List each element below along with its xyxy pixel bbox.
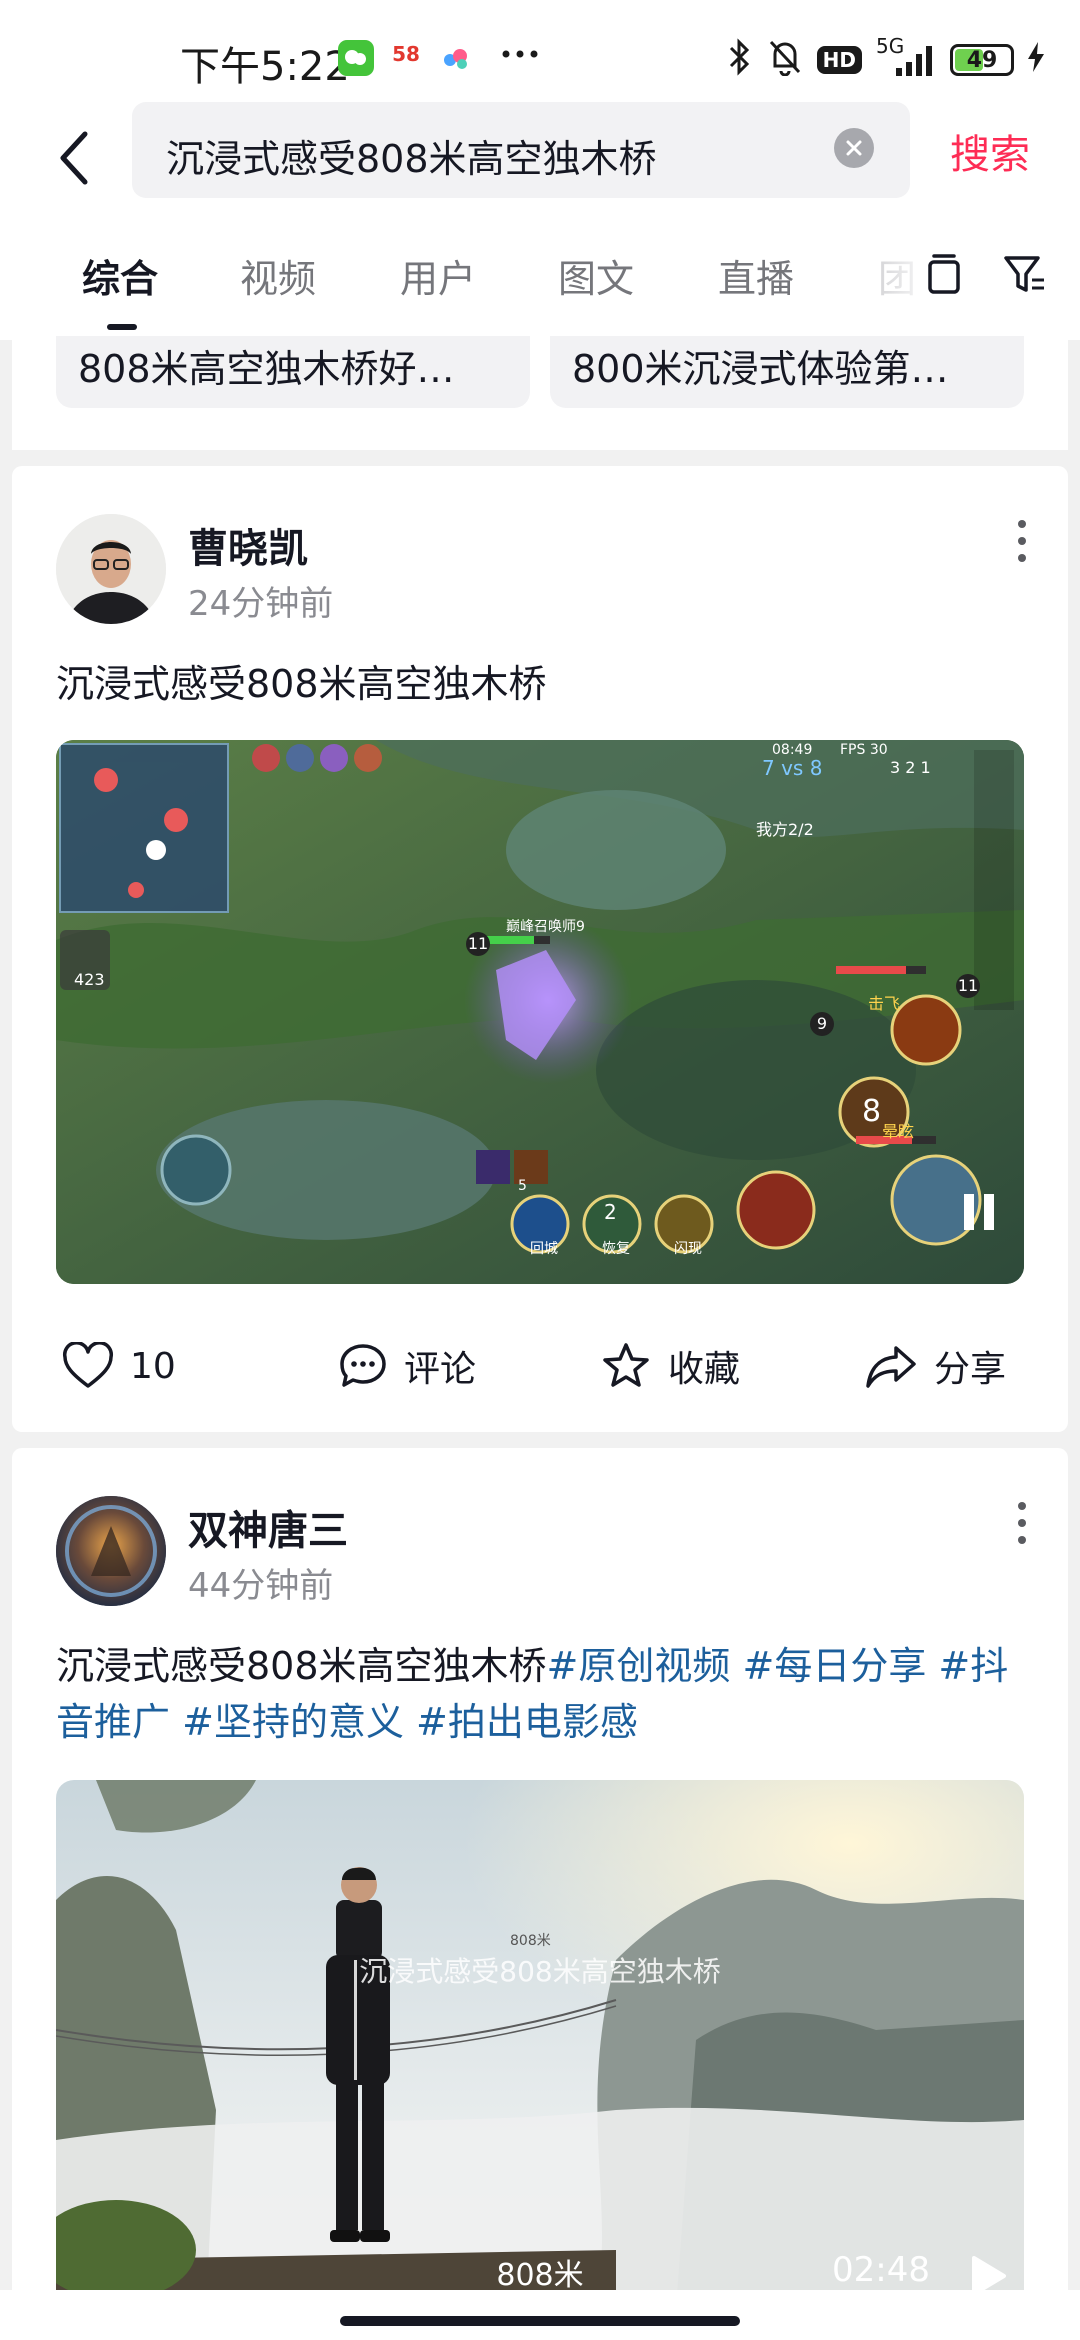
wechat-app-icon xyxy=(338,40,374,76)
hashtag-link[interactable]: #每日分享 xyxy=(742,1644,926,1688)
tab-general[interactable]: 综合 xyxy=(82,248,158,303)
related-searches: 808米高空独木桥好… 800米沉浸式体验第… xyxy=(12,336,1068,450)
game-teammates: 我方2/2 xyxy=(756,820,814,839)
close-icon xyxy=(846,140,862,156)
hashtag-link[interactable]: #拍出电影感 xyxy=(416,1700,638,1744)
share-icon xyxy=(866,1346,916,1388)
skill-heal: 恢复 xyxy=(602,1241,630,1257)
avatar[interactable] xyxy=(56,514,166,624)
more-options-icon[interactable] xyxy=(1012,1498,1032,1548)
star-icon xyxy=(603,1343,649,1387)
post-card: 双神唐三 44分钟前 沉浸式感受808米高空独木桥#原创视频 #每日分享 #抖音… xyxy=(12,1448,1068,2308)
filter-icon[interactable] xyxy=(1002,252,1046,300)
tab-fade xyxy=(860,220,1080,340)
video-player[interactable]: 08:49 7 vs 8 FPS 30 3 2 1 423 我方2/2 巅峰召唤… xyxy=(56,740,1024,1284)
post-text[interactable]: 沉浸式感受808米高空独木桥#原创视频 #每日分享 #抖音推广 #坚持的意义 #… xyxy=(56,1638,1036,1750)
status-time: 下午5:22 xyxy=(180,44,350,90)
favorite-button[interactable]: 收藏 xyxy=(600,1326,740,1406)
cloud-app-icon xyxy=(438,40,474,76)
video-small-text: 808米 xyxy=(510,1933,551,1949)
game-gold: 423 xyxy=(74,970,105,989)
cliff-video-frame xyxy=(56,1780,1024,2308)
status-right-group: HD 5G 49 xyxy=(727,34,1044,84)
search-query-text: 沉浸式感受808米高空独木桥 xyxy=(166,137,657,181)
game-stun-text: 晕眩 xyxy=(882,1122,915,1141)
related-search-item[interactable]: 808米高空独木桥好… xyxy=(56,336,530,408)
bluetooth-icon xyxy=(727,37,753,84)
search-button[interactable]: 搜索 xyxy=(950,122,1030,180)
tab-live[interactable]: 直播 xyxy=(718,248,794,303)
status-bar: 下午5:22 58 HD 5G 49 xyxy=(0,0,1080,100)
search-input[interactable]: 沉浸式感受808米高空独木桥 xyxy=(132,102,910,198)
tab-active-indicator xyxy=(107,324,137,330)
heart-icon xyxy=(62,1342,114,1388)
post-actions: 10 评论 收藏 分享 xyxy=(12,1326,1068,1406)
tab-users[interactable]: 用户 xyxy=(400,248,476,303)
battery-icon: 49 xyxy=(950,44,1014,76)
related-search-item[interactable]: 800米沉浸式体验第… xyxy=(550,336,1024,408)
avatar[interactable] xyxy=(56,1496,166,1606)
game-enemy-level: 11 xyxy=(956,974,980,998)
like-button[interactable]: 10 xyxy=(62,1326,176,1406)
more-status-icon xyxy=(500,44,540,68)
video-player[interactable]: 沉浸式感受808米高空独木桥 808米 808米 02:48 xyxy=(56,1780,1024,2308)
share-label: 分享 xyxy=(934,1349,1007,1390)
skill-counter: 2 xyxy=(604,1200,617,1224)
share-button[interactable]: 分享 xyxy=(864,1326,1006,1406)
post-card: 曹晓凯 24分钟前 沉浸式感受808米高空独木桥 08:49 7 vs 8 FP… xyxy=(12,466,1068,1432)
more-options-icon[interactable] xyxy=(1012,516,1032,566)
favorite-label: 收藏 xyxy=(668,1349,741,1390)
navigation-bar xyxy=(0,2290,1080,2340)
comment-button[interactable]: 评论 xyxy=(338,1326,476,1406)
hd-icon: HD xyxy=(816,46,862,74)
back-arrow-icon xyxy=(60,131,88,185)
clear-search-button[interactable] xyxy=(834,128,874,168)
skill-recall: 回城 xyxy=(530,1241,558,1257)
result-tabs: 综合 视频 用户 图文 直播 团 xyxy=(0,220,1080,340)
game-hit-text: 击飞 xyxy=(868,994,901,1013)
post-time: 24分钟前 xyxy=(188,584,334,624)
game-center-level: 8 xyxy=(862,1094,882,1129)
tab-image-text[interactable]: 图文 xyxy=(558,248,634,303)
search-header: 沉浸式感受808米高空独木桥 搜索 xyxy=(0,100,1080,220)
game-fps: FPS 30 xyxy=(840,742,888,758)
author-name[interactable]: 曹晓凯 xyxy=(188,516,308,574)
back-button[interactable] xyxy=(40,118,110,198)
post-text-plain: 沉浸式感受808米高空独木桥 xyxy=(56,1644,547,1688)
video-caption: 沉浸式感受808米高空独木桥 xyxy=(359,1955,721,1988)
skill-flash: 闪现 xyxy=(674,1241,702,1257)
comment-icon xyxy=(340,1344,386,1387)
hashtag-link[interactable]: #原创视频 xyxy=(547,1644,731,1688)
post-text[interactable]: 沉浸式感受808米高空独木桥 xyxy=(56,656,1036,712)
post-time: 44分钟前 xyxy=(188,1566,334,1606)
game-score: 7 vs 8 xyxy=(762,756,823,780)
skill-small-count: 5 xyxy=(518,1178,527,1194)
game-player-tag: 巅峰召唤师9 xyxy=(506,919,585,935)
author-name[interactable]: 双神唐三 xyxy=(188,1498,348,1556)
hashtag-link[interactable]: #坚持的意义 xyxy=(182,1700,404,1744)
tab-video[interactable]: 视频 xyxy=(240,248,316,303)
game-ally-level: 9 xyxy=(810,1012,834,1036)
tab-switch-icon[interactable] xyxy=(924,250,964,304)
like-count: 10 xyxy=(130,1345,176,1387)
mute-bell-icon xyxy=(767,38,803,83)
charging-icon xyxy=(1028,41,1044,79)
app-58-icon: 58 xyxy=(388,40,424,76)
game-player-level: 11 xyxy=(466,932,490,956)
comment-label: 评论 xyxy=(404,1349,477,1390)
video-duration: 02:48 xyxy=(832,2250,930,2290)
game-kda: 3 2 1 xyxy=(890,758,931,777)
signal-icon: 5G xyxy=(876,34,936,80)
home-indicator[interactable] xyxy=(340,2316,740,2326)
